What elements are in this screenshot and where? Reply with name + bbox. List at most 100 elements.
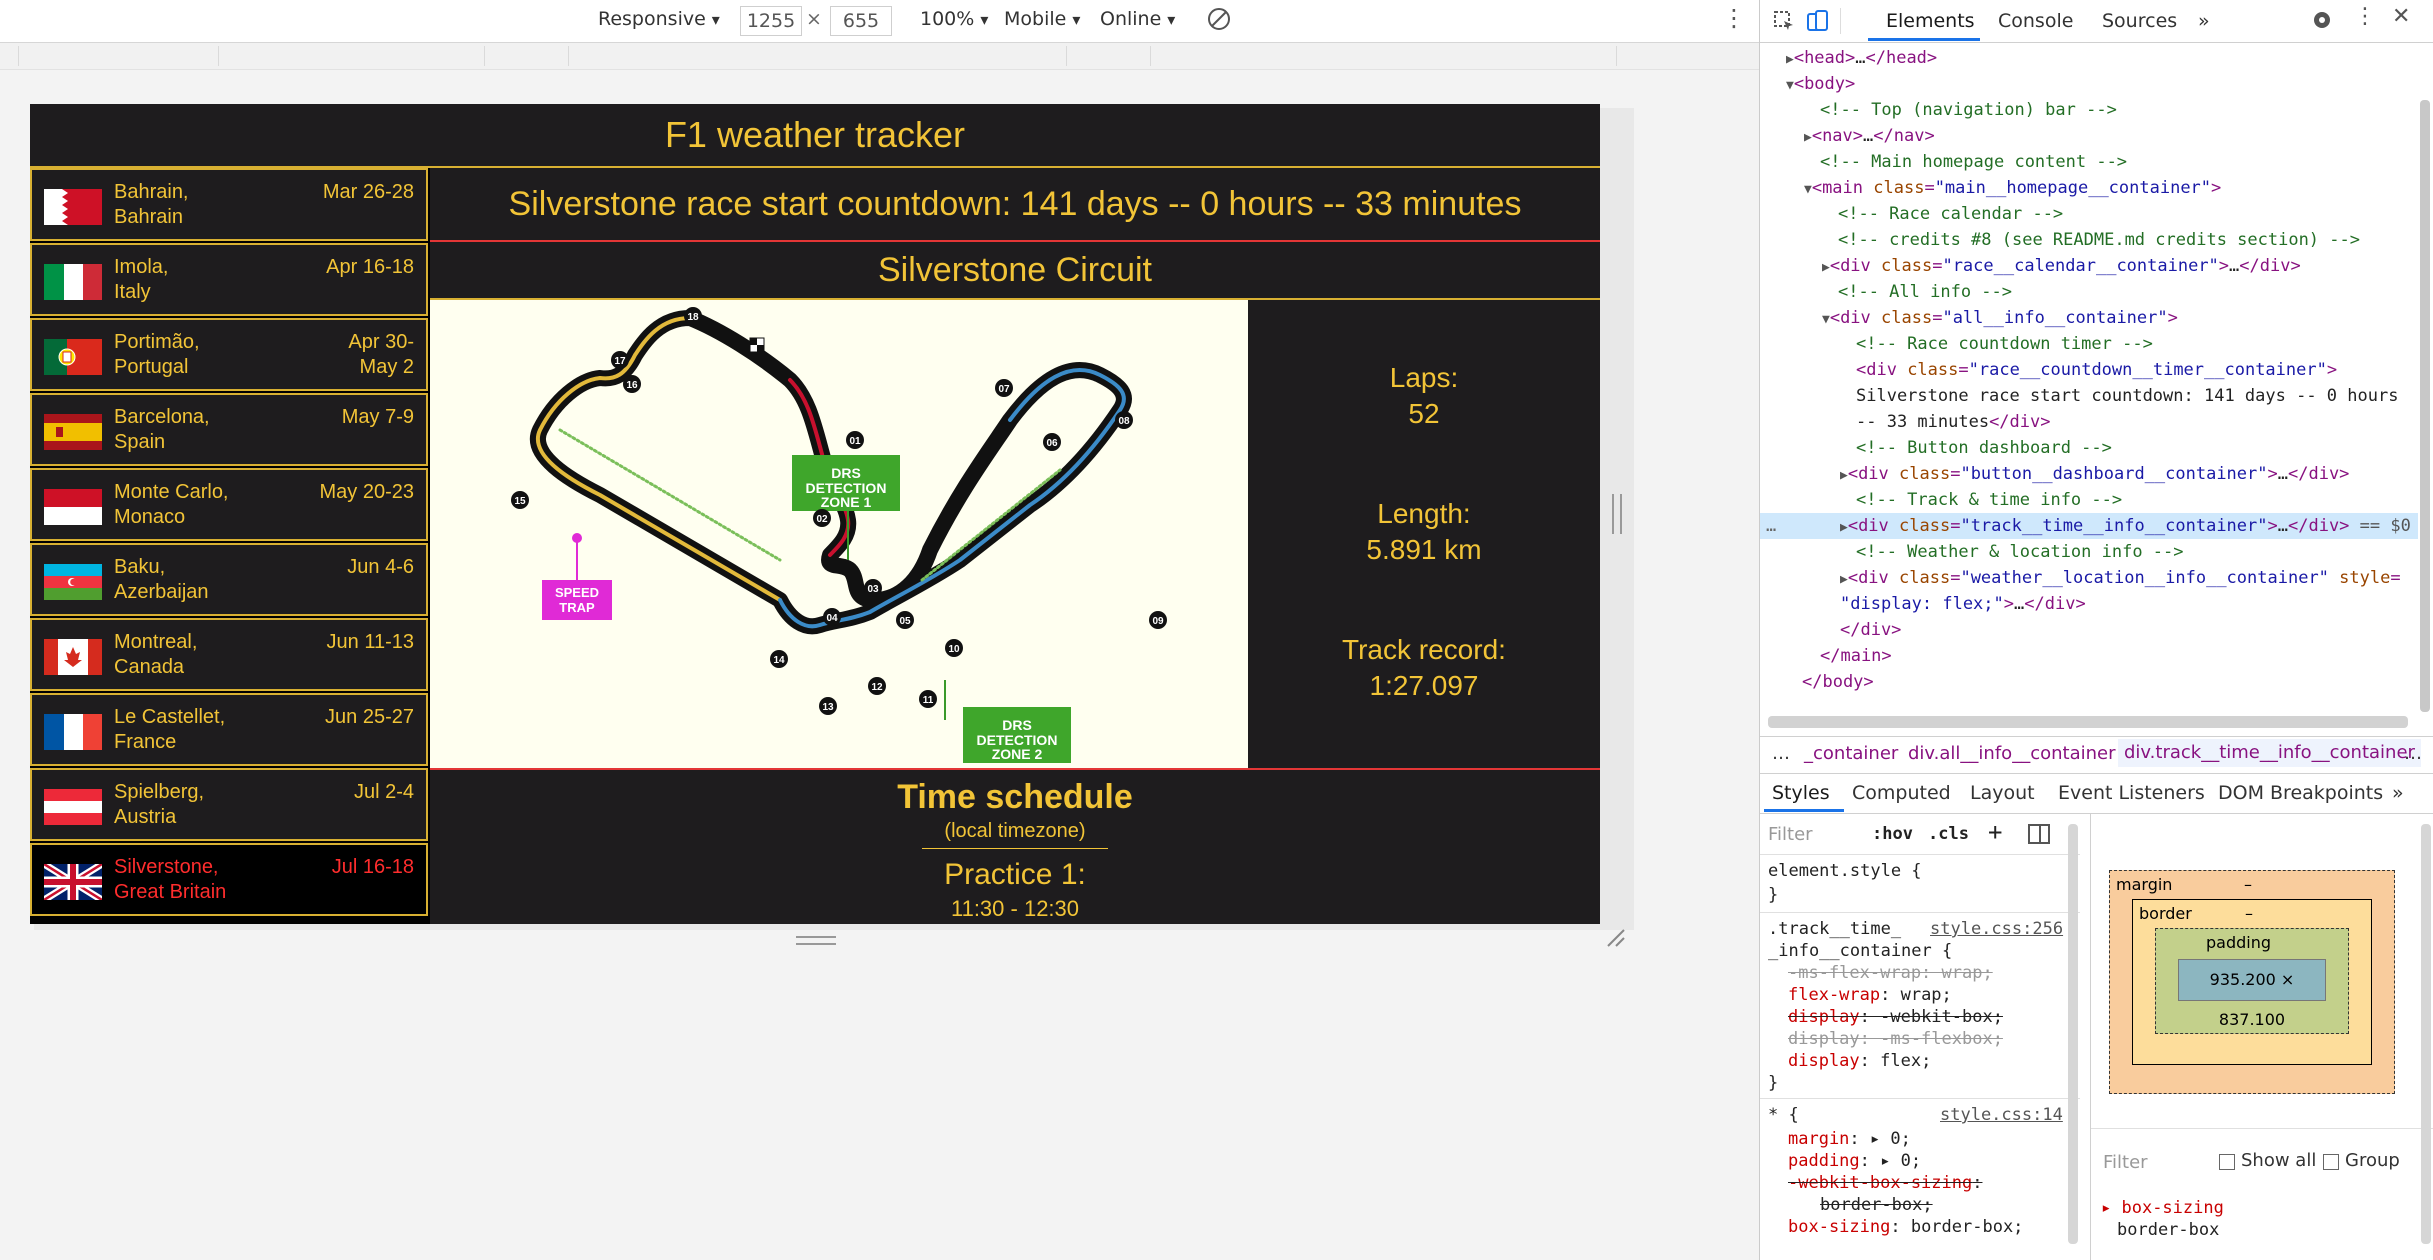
more-options-icon[interactable]: ⋮ (1722, 4, 1746, 32)
race-item-le-castellet[interactable]: Le Castellet, France Jun 25-27 (30, 693, 428, 766)
dom-node[interactable]: ▶<div class="button__dashboard__containe… (1840, 461, 2349, 489)
dom-node[interactable]: ▶<div class="weather__location__info__co… (1840, 565, 2401, 593)
style-rule-element[interactable]: element.style { (1768, 858, 1922, 884)
dom-node[interactable]: ▶<nav>…</nav> (1804, 123, 1935, 151)
race-item-montreal[interactable]: Montreal, Canada Jun 11-13 (30, 618, 428, 691)
zoom-select[interactable]: 100% (920, 8, 988, 30)
turn-marker: 09 (1149, 611, 1167, 629)
corner-resize-icon[interactable] (1604, 926, 1626, 948)
right-resize-handle[interactable] (1612, 494, 1622, 534)
add-rule-icon[interactable]: + (1988, 818, 2002, 846)
breadcrumb-item[interactable]: _container (1804, 743, 1898, 764)
device-select[interactable]: Responsive (598, 8, 720, 30)
throttle-select[interactable]: Mobile (1004, 8, 1080, 30)
network-select[interactable]: Online (1100, 8, 1175, 30)
race-item-baku[interactable]: Baku, Azerbaijan Jun 4-6 (30, 543, 428, 616)
dom-tree-hscrollbar[interactable] (1768, 716, 2408, 728)
tab-event-listeners[interactable]: Event Listeners (2058, 782, 2205, 804)
computed-prop-value: border-box (2117, 1220, 2220, 1240)
tab-elements[interactable]: Elements (1886, 10, 1975, 32)
race-item-imola[interactable]: Imola, Italy Apr 16-18 (30, 243, 428, 316)
race-item-silverstone[interactable]: Silverstone, Great Britain Jul 16-18 (30, 843, 428, 916)
breadcrumb-item[interactable]: div.all__info__container (1908, 743, 2115, 764)
dom-node[interactable]: ▼<div class="all__info__container"> (1822, 305, 2178, 333)
hov-button[interactable]: :hov (1872, 824, 1913, 844)
box-model-content[interactable]: 935.200 × 837.100 (2178, 959, 2326, 1029)
tab-console[interactable]: Console (1998, 10, 2073, 32)
race-date: Jun 11-13 (326, 631, 414, 653)
styles-scrollbar[interactable] (2068, 824, 2078, 1244)
toggle-sidebar-icon[interactable] (2028, 824, 2050, 844)
race-item-monaco[interactable]: Monte Carlo, Monaco May 20-23 (30, 468, 428, 541)
schedule-subtitle: (local timezone) (944, 820, 1086, 842)
turn-marker: 16 (623, 375, 641, 393)
more-tabs-button[interactable]: » (2198, 10, 2210, 32)
computed-filter-input[interactable]: Filter (2103, 1152, 2148, 1173)
more-subtabs-button[interactable]: » (2392, 782, 2404, 804)
dom-text[interactable]: -- 33 minutes</div> (1856, 409, 2050, 435)
box-model-padding[interactable]: padding 935.200 × 837.100 (2155, 928, 2349, 1034)
breadcrumb-ellipsis[interactable]: … (2404, 743, 2422, 764)
laps-label: Laps: (1389, 362, 1459, 393)
close-devtools-icon[interactable]: ✕ (2392, 4, 2410, 29)
tab-sources[interactable]: Sources (2102, 10, 2177, 32)
tab-styles[interactable]: Styles (1772, 782, 1830, 804)
box-model-border[interactable]: border – padding 935.200 × 837.100 (2132, 899, 2372, 1065)
dom-node[interactable]: ▶<div class="race__calendar__container">… (1822, 253, 2301, 281)
box-model-margin[interactable]: margin – border – padding 935.200 × 837.… (2109, 870, 2395, 1094)
width-input[interactable]: 1255 (740, 6, 802, 36)
race-item-barcelona[interactable]: Barcelona, Spain May 7-9 (30, 393, 428, 466)
height-input[interactable]: 655 (830, 6, 892, 36)
style-source-link[interactable]: style.css:14 (1940, 1102, 2063, 1128)
bottom-resize-handle[interactable] (796, 936, 836, 945)
devtools-menu-icon[interactable]: ⋮ (2354, 4, 2376, 29)
style-rule-universal[interactable]: * { (1768, 1102, 1799, 1128)
svg-text:07: 07 (998, 384, 1010, 395)
dom-comment[interactable]: <!-- credits #8 (see README.md credits s… (1838, 227, 2360, 253)
dom-node[interactable]: <div class="race__countdown__timer__cont… (1856, 357, 2337, 383)
breadcrumb-item-selected[interactable]: div.track__time__info__container (2118, 739, 2421, 767)
turn-marker: 06 (1043, 433, 1061, 451)
checkered-flag-icon (749, 337, 765, 353)
active-tab-indicator (1868, 38, 1980, 41)
tab-computed[interactable]: Computed (1852, 782, 1951, 804)
device-toggle-icon[interactable] (1806, 9, 1830, 33)
dom-comment[interactable]: <!-- Track & time info --> (1856, 487, 2122, 513)
rotate-icon[interactable] (1206, 6, 1232, 37)
dom-node[interactable]: </main> (1820, 643, 1892, 669)
dom-comment[interactable]: <!-- Main homepage content --> (1820, 149, 2127, 175)
svg-text:10: 10 (948, 644, 960, 655)
race-country: Azerbaijan (114, 581, 209, 603)
dom-comment[interactable]: <!-- Button dashboard --> (1856, 435, 2112, 461)
race-item-spielberg[interactable]: Spielberg, Austria Jul 2-4 (30, 768, 428, 841)
group-checkbox[interactable] (2323, 1154, 2339, 1170)
dom-node[interactable]: "display: flex;">…</div> (1840, 591, 2086, 617)
dimension-separator: × (806, 8, 822, 30)
dom-node-selected[interactable]: ▶<div class="track__time__info__containe… (1840, 513, 2411, 541)
breadcrumb-ellipsis[interactable]: … (1772, 743, 1790, 764)
show-all-checkbox[interactable] (2219, 1154, 2235, 1170)
dom-comment[interactable]: <!-- Top (navigation) bar --> (1820, 97, 2117, 123)
race-item-bahrain[interactable]: Bahrain, Bahrain Mar 26-28 (30, 168, 428, 241)
dom-tree-scrollbar[interactable] (2420, 100, 2430, 712)
dom-comment[interactable]: <!-- Race countdown timer --> (1856, 331, 2153, 357)
dom-node[interactable]: </div> (1840, 617, 1901, 643)
dom-node[interactable]: ▶<head>…</head> (1786, 45, 1937, 73)
dom-node[interactable]: ▼<main class="main__homepage__container"… (1804, 175, 2221, 203)
race-item-portimao[interactable]: Portimão, Portugal Apr 30- May 2 (30, 318, 428, 391)
computed-prop-name[interactable]: ▸ box-sizing (2101, 1198, 2224, 1218)
dom-text[interactable]: Silverstone race start countdown: 141 da… (1856, 383, 2398, 409)
cls-button[interactable]: .cls (1928, 824, 1969, 844)
computed-scrollbar[interactable] (2421, 824, 2431, 1244)
tab-layout[interactable]: Layout (1970, 782, 2035, 804)
dom-node[interactable]: </body> (1802, 669, 1874, 695)
dom-node[interactable]: ▼<body> (1786, 71, 1855, 99)
dom-comment[interactable]: <!-- All info --> (1838, 279, 2012, 305)
dom-comment[interactable]: <!-- Weather & location info --> (1856, 539, 2184, 565)
styles-filter-input[interactable]: Filter (1768, 824, 1813, 845)
tab-dom-breakpoints[interactable]: DOM Breakpoints (2218, 782, 2383, 804)
race-countdown-timer: Silverstone race start countdown: 141 da… (430, 168, 1600, 242)
settings-gear-icon[interactable] (2310, 8, 2334, 32)
inspect-element-icon[interactable] (1772, 9, 1796, 33)
dom-comment[interactable]: <!-- Race calendar --> (1838, 201, 2063, 227)
